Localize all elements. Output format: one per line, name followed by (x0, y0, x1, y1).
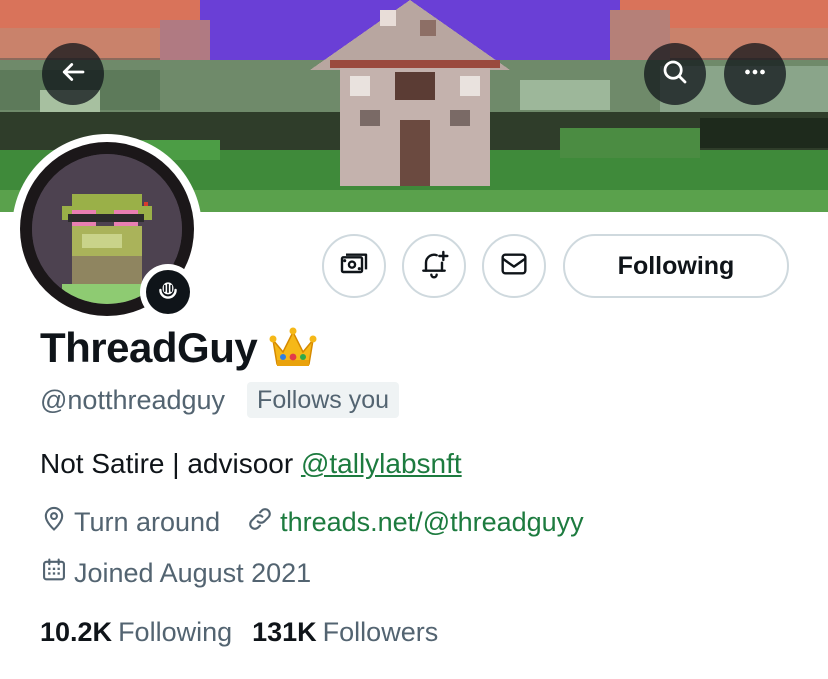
website-item[interactable]: threads.net/@threadguyy (246, 505, 584, 540)
bio-text: Not Satire | advisoor (40, 448, 301, 479)
location-text: Turn around (74, 506, 221, 537)
back-button[interactable] (42, 43, 104, 105)
calendar-icon (40, 556, 74, 591)
name-row: ThreadGuy (40, 320, 317, 376)
location-pin-icon (40, 505, 74, 540)
bio: Not Satire | advisoor @tallylabsnft (40, 448, 462, 480)
search-icon (660, 57, 690, 92)
profile-meta-row: Turn around threads.net/@threadguyy (40, 502, 584, 542)
location-item: Turn around (40, 505, 220, 540)
bell-plus-icon (418, 248, 450, 285)
joined-row: Joined August 2021 (40, 553, 311, 593)
joined-text: Joined August 2021 (74, 557, 312, 588)
following-label: Following (118, 616, 233, 647)
search-button[interactable] (644, 43, 706, 105)
following-count: 10.2K (40, 616, 113, 647)
notify-button[interactable] (402, 234, 466, 298)
money-icon (338, 248, 370, 285)
mail-icon (498, 248, 530, 285)
followers-count: 131K (252, 616, 317, 647)
display-name: ThreadGuy (40, 324, 258, 371)
more-button[interactable] (724, 43, 786, 105)
message-button[interactable] (482, 234, 546, 298)
followers-stat[interactable]: 131K Followers (252, 617, 438, 648)
link-icon (246, 505, 280, 540)
spaces-badge[interactable] (140, 264, 196, 320)
website-link[interactable]: threads.net/@threadguyy (280, 507, 584, 538)
bio-mention-link[interactable]: @tallylabsnft (301, 448, 462, 479)
arrow-left-icon (58, 57, 88, 92)
following-stat[interactable]: 10.2K Following (40, 617, 232, 648)
joined-item: Joined August 2021 (40, 556, 311, 591)
follow-stats: 10.2K Following 131K Followers (40, 612, 438, 652)
followers-label: Followers (322, 616, 439, 647)
crown-emoji (269, 326, 317, 370)
tip-button[interactable] (322, 234, 386, 298)
following-button[interactable]: Following (563, 234, 789, 298)
microphone-icon (155, 277, 181, 308)
more-horizontal-icon (740, 57, 770, 92)
username-handle: @notthreadguy (40, 384, 226, 415)
follows-you-badge: Follows you (247, 382, 400, 418)
handle-row: @notthreadguy Follows you (40, 380, 400, 420)
